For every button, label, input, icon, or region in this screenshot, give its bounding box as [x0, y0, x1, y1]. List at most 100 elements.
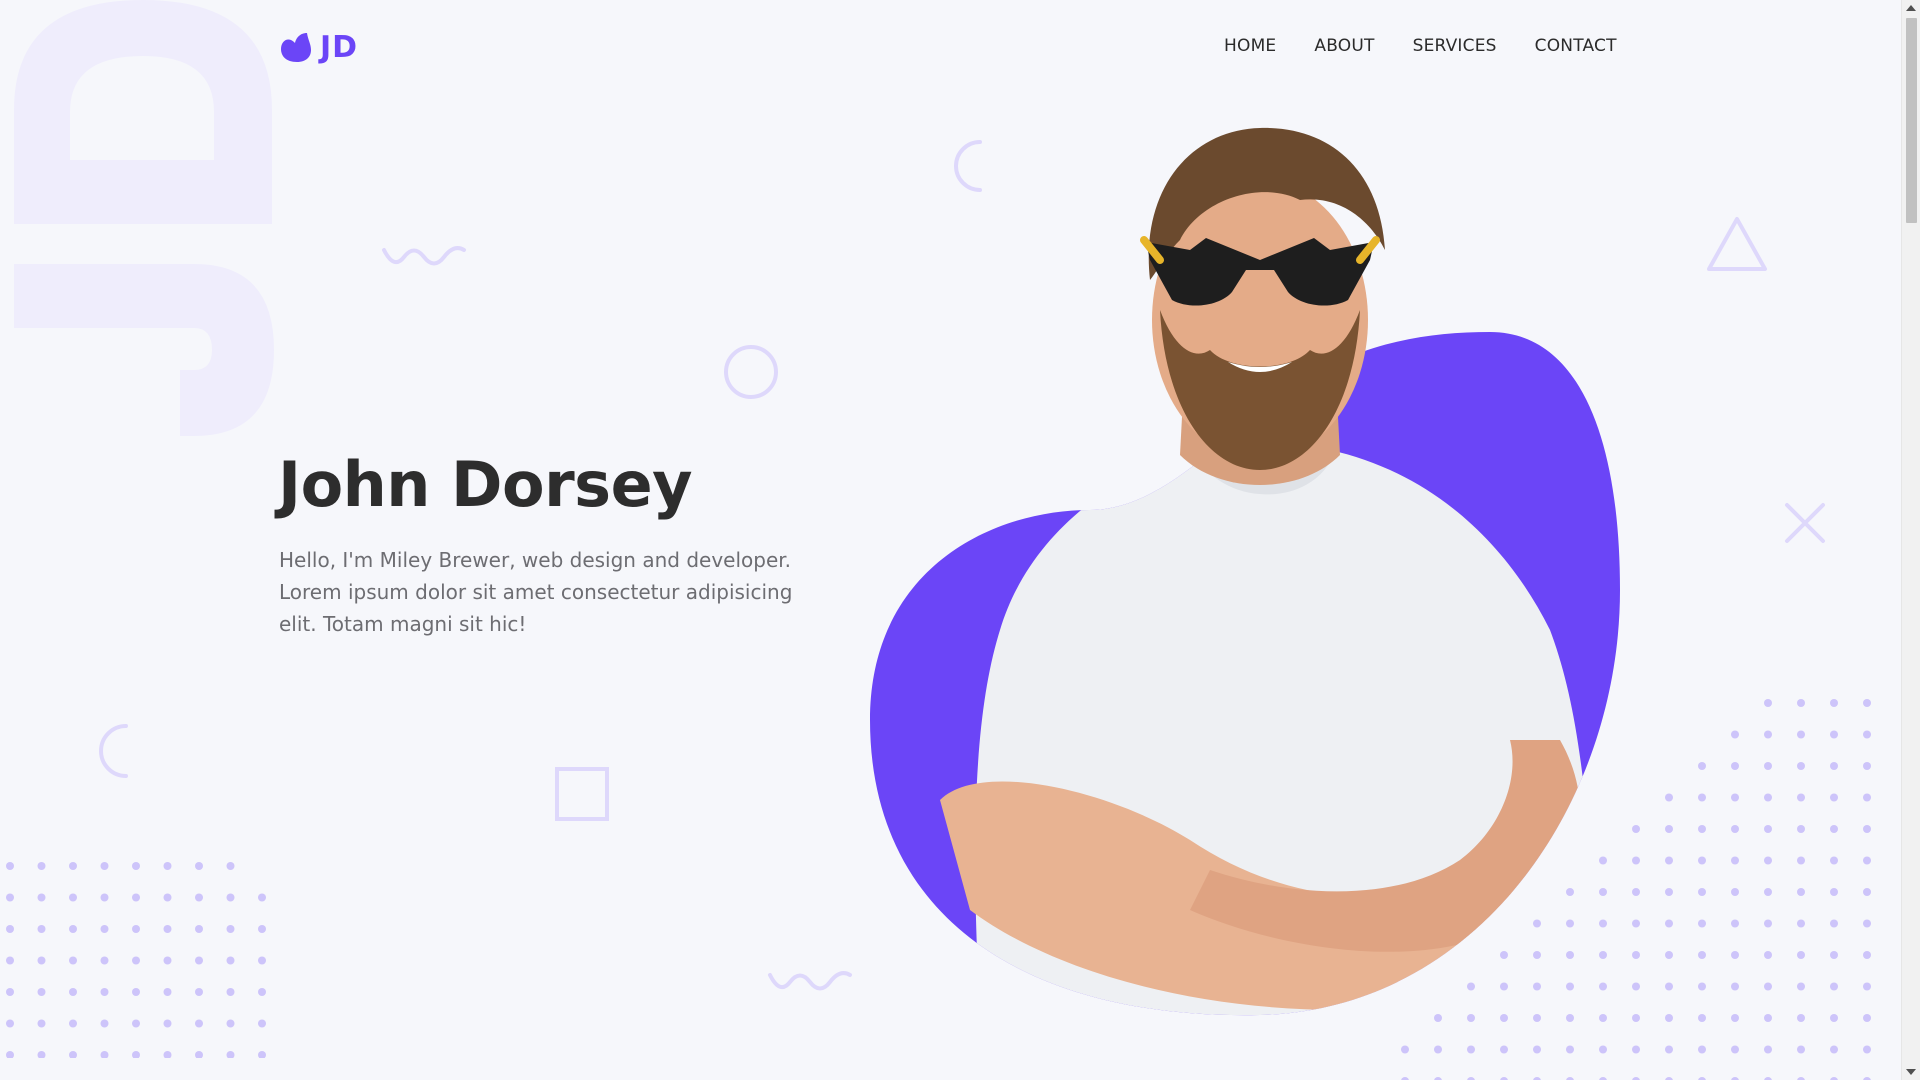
dot [1698, 982, 1706, 991]
dot [69, 988, 77, 996]
dot [1764, 1045, 1772, 1054]
dot [1467, 1045, 1475, 1054]
dot-grid-left [6, 862, 266, 1058]
dot [195, 862, 203, 870]
triangle-icon [1707, 217, 1767, 271]
dot [1797, 793, 1805, 802]
dot [1797, 919, 1805, 928]
dot [258, 1019, 266, 1028]
dot [1764, 951, 1772, 959]
dot [6, 925, 14, 933]
dot [1797, 856, 1805, 865]
dot [1797, 699, 1805, 707]
dot [69, 893, 77, 902]
dot [1698, 856, 1706, 865]
dot [1665, 919, 1673, 928]
dot [6, 988, 14, 996]
dot [132, 925, 140, 933]
dot [195, 925, 203, 933]
blob-heart-icon [281, 32, 311, 62]
dot [100, 862, 109, 870]
nav-home[interactable]: HOME [1224, 36, 1276, 56]
dot [37, 862, 46, 870]
dot [1830, 793, 1838, 802]
dot [1698, 888, 1706, 896]
dot [37, 1019, 46, 1028]
dot [1665, 1014, 1673, 1022]
dot [132, 956, 140, 965]
nav-services[interactable]: SERVICES [1413, 36, 1497, 56]
dot [37, 956, 46, 965]
dot [1863, 919, 1871, 928]
dot [1797, 1045, 1805, 1054]
nav-about[interactable]: ABOUT [1314, 36, 1374, 56]
dot [1764, 982, 1772, 991]
dot [1401, 1045, 1409, 1054]
dot [1797, 888, 1805, 896]
dot [258, 1051, 266, 1058]
dot [6, 893, 14, 902]
dot [163, 956, 172, 965]
dot [100, 893, 109, 902]
dot [100, 925, 109, 933]
dot [258, 956, 266, 965]
dot [1863, 793, 1871, 802]
dot [195, 893, 203, 902]
dot [69, 925, 77, 933]
dot [163, 925, 172, 933]
dot [258, 893, 266, 902]
dot [1830, 699, 1838, 707]
scroll-thumb[interactable] [1906, 18, 1917, 223]
dot [1797, 1014, 1805, 1022]
logo[interactable]: JD [280, 30, 358, 65]
nav-contact[interactable]: CONTACT [1535, 36, 1617, 56]
dot [1863, 951, 1871, 959]
background-monogram [14, 0, 274, 436]
dot [226, 862, 235, 870]
dot [132, 893, 140, 902]
dot [1863, 888, 1871, 896]
dot [1863, 856, 1871, 865]
dot [1665, 951, 1673, 959]
dot [1665, 825, 1673, 833]
dot [1797, 730, 1805, 739]
dot [1698, 762, 1706, 770]
dot [1830, 1045, 1838, 1054]
hero-page: JD HOME ABOUT SERVICES CONTACT John Dors… [0, 0, 1920, 1080]
cross-icon [1785, 503, 1825, 543]
main-nav: HOME ABOUT SERVICES CONTACT [1224, 36, 1617, 56]
hero-description: Hello, I'm Miley Brewer, web design and … [279, 548, 793, 636]
dot [132, 988, 140, 996]
dot [1665, 888, 1673, 896]
dot [1731, 1014, 1739, 1022]
dot [226, 1051, 235, 1058]
dot [1698, 1045, 1706, 1054]
dot [100, 1019, 109, 1028]
dot [100, 988, 109, 996]
dot [226, 893, 235, 902]
dot [1764, 730, 1772, 739]
dot [226, 988, 235, 996]
dot [1830, 888, 1838, 896]
hero-title: John Dorsey [278, 448, 693, 521]
page-scrollbar[interactable] [1901, 0, 1920, 1080]
dot [1764, 699, 1772, 707]
dot [1665, 1045, 1673, 1054]
scroll-down-icon[interactable] [1906, 1069, 1916, 1075]
dot [1533, 1045, 1541, 1054]
dot [37, 925, 46, 933]
scroll-up-icon[interactable] [1906, 5, 1916, 11]
dot [195, 1051, 203, 1058]
dot [1731, 951, 1739, 959]
dot [1665, 982, 1673, 991]
dot [195, 956, 203, 965]
dot [69, 1051, 77, 1058]
dot [226, 956, 235, 965]
wave-icon-2 [768, 971, 852, 991]
dot [195, 1019, 203, 1028]
dot [69, 956, 77, 965]
dot [1764, 919, 1772, 928]
arc-icon-2 [99, 724, 128, 778]
dot [1830, 825, 1838, 833]
dot [1764, 793, 1772, 802]
